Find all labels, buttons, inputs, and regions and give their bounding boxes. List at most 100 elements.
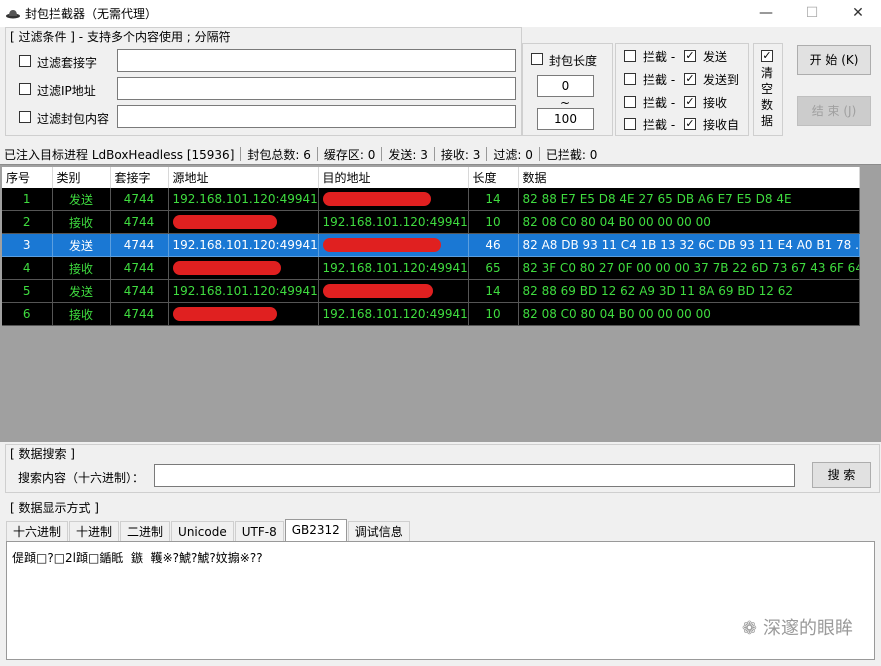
tab-gb2312[interactable]: GB2312 xyxy=(284,519,347,542)
packet-list-area[interactable]: 序号 类别 套接字 源地址 目的地址 长度 数据 1 发送 4744 192.1… xyxy=(0,164,881,442)
table-row[interactable]: 4 接收 4744 192.168.101.120:49941 65 82 3F… xyxy=(2,256,860,280)
length-filter-checkbox[interactable] xyxy=(531,53,543,65)
column-header-data[interactable]: 数据 xyxy=(518,167,860,188)
tab-debug[interactable]: 调试信息 xyxy=(347,521,410,542)
cell-dst: 192.168.101.120:49941 xyxy=(318,302,469,326)
table-row[interactable]: 1 发送 4744 192.168.101.120:49941 14 82 88… xyxy=(2,188,860,211)
intercept-recvfrom-label: 拦截 - xyxy=(643,118,676,132)
cell-no: 3 xyxy=(2,233,53,257)
cell-dst xyxy=(318,279,469,303)
intercept-recv-label: 拦截 - xyxy=(643,96,676,110)
socket-filter-input[interactable] xyxy=(117,49,516,72)
monitor-recv-checkbox[interactable] xyxy=(684,96,696,108)
monitor-recvfrom-checkbox[interactable] xyxy=(684,118,696,130)
column-header-socket[interactable]: 套接字 xyxy=(110,167,169,188)
length-filter-label: 封包长度 xyxy=(549,54,598,68)
cell-src: 192.168.101.120:49941 xyxy=(168,233,319,257)
tab-decimal[interactable]: 十进制 xyxy=(69,521,120,542)
status-filter: 过滤: 0 xyxy=(493,147,533,162)
cell-src xyxy=(168,210,319,234)
socket-filter-checkbox[interactable] xyxy=(19,55,31,67)
intercept-send-label: 拦截 - xyxy=(643,50,676,64)
cell-no: 6 xyxy=(2,302,53,326)
search-button[interactable]: 搜 索 xyxy=(812,462,871,488)
clear-data-checkbox[interactable] xyxy=(761,50,773,62)
cell-no: 1 xyxy=(2,188,53,211)
redaction-mark xyxy=(322,192,431,207)
title-bar: 封包拦截器（无需代理） — ☐ ✕ xyxy=(0,0,881,27)
status-process: 已注入目标进程 LdBoxHeadless [15936] xyxy=(4,147,235,162)
content-filter-checkbox[interactable] xyxy=(19,111,31,123)
tab-unicode[interactable]: Unicode xyxy=(171,521,234,542)
ip-filter-input[interactable] xyxy=(117,77,516,100)
monitor-recv-label: 接收 xyxy=(703,96,728,110)
intercept-recvfrom-checkbox[interactable] xyxy=(624,118,636,130)
data-output-box[interactable]: 偍蹞□?□2l蹞□鍎眡 鏃 韄※?鯱?鯱?妏搧※?? xyxy=(6,541,875,660)
column-header-dst[interactable]: 目的地址 xyxy=(318,167,469,188)
socket-filter-label: 过滤套接字 xyxy=(37,56,98,70)
length-max-input[interactable]: 100 xyxy=(537,108,594,130)
search-input[interactable] xyxy=(154,464,795,487)
watermark-text: 深邃的眼眸 xyxy=(763,618,853,639)
start-button[interactable]: 开 始 (K) xyxy=(797,45,871,75)
table-row[interactable]: 2 接收 4744 192.168.101.120:49941 10 82 08… xyxy=(2,210,860,234)
column-header-len[interactable]: 长度 xyxy=(468,167,519,188)
tab-binary[interactable]: 二进制 xyxy=(120,521,171,542)
monitor-sendto-checkbox[interactable] xyxy=(684,73,696,85)
cell-dst: 192.168.101.120:49941 xyxy=(318,256,469,280)
length-min-input[interactable]: 0 xyxy=(537,75,594,97)
table-row[interactable]: 5 发送 4744 192.168.101.120:49941 14 82 88… xyxy=(2,279,860,303)
status-blocked: 已拦截: 0 xyxy=(545,147,598,162)
cell-no: 4 xyxy=(2,256,53,280)
column-header-type[interactable]: 类别 xyxy=(52,167,111,188)
column-header-no[interactable]: 序号 xyxy=(2,167,53,188)
status-bar: 已注入目标进程 LdBoxHeadless [15936] 封包总数: 6 缓存… xyxy=(0,145,881,163)
cell-socket: 4744 xyxy=(110,302,169,326)
intercept-sendto-checkbox[interactable] xyxy=(624,73,636,85)
cell-data: 82 88 69 BD 12 62 A9 3D 11 8A 69 BD 12 6… xyxy=(518,279,860,303)
app-hat-icon xyxy=(6,10,20,19)
stop-button[interactable]: 结 束 (J) xyxy=(797,96,871,126)
cell-data: 82 A8 DB 93 11 C4 1B 13 32 6C DB 93 11 E… xyxy=(518,233,860,257)
monitor-send-label: 发送 xyxy=(703,50,728,64)
cell-len: 14 xyxy=(468,279,519,303)
table-row[interactable]: 6 接收 4744 192.168.101.120:49941 10 82 08… xyxy=(2,302,860,326)
content-filter-input[interactable] xyxy=(117,105,516,128)
minimize-button[interactable]: — xyxy=(743,0,789,27)
cell-dst xyxy=(318,233,469,257)
column-header-src[interactable]: 源地址 xyxy=(168,167,319,188)
display-group-title: [ 数据显示方式 ] xyxy=(10,501,99,515)
tab-utf8[interactable]: UTF-8 xyxy=(234,521,284,542)
intercept-send-checkbox[interactable] xyxy=(624,50,636,62)
cell-type: 接收 xyxy=(52,210,111,234)
redaction-mark xyxy=(322,238,441,253)
cell-socket: 4744 xyxy=(110,188,169,211)
cell-type: 接收 xyxy=(52,256,111,280)
cell-socket: 4744 xyxy=(110,233,169,257)
ip-filter-checkbox[interactable] xyxy=(19,83,31,95)
cell-socket: 4744 xyxy=(110,279,169,303)
maximize-button[interactable]: ☐ xyxy=(789,0,835,27)
window-title: 封包拦截器（无需代理） xyxy=(25,7,158,21)
clear-label-4: 据 xyxy=(761,114,774,128)
cell-dst xyxy=(318,188,469,211)
cell-data: 82 08 C0 80 04 B0 00 00 00 00 xyxy=(518,302,860,326)
clear-label-3: 数 xyxy=(761,98,774,112)
table-row-selected[interactable]: 3 发送 4744 192.168.101.120:49941 46 82 A8… xyxy=(2,233,860,257)
cell-socket: 4744 xyxy=(110,256,169,280)
intercept-recv-checkbox[interactable] xyxy=(624,96,636,108)
cell-len: 10 xyxy=(468,210,519,234)
ip-filter-label: 过滤IP地址 xyxy=(37,84,96,98)
monitor-sendto-label: 发送到 xyxy=(703,73,740,87)
close-button[interactable]: ✕ xyxy=(835,0,881,27)
status-send: 发送: 3 xyxy=(388,147,428,162)
cell-data: 82 88 E7 E5 D8 4E 27 65 DB A6 E7 E5 D8 4… xyxy=(518,188,860,211)
cell-len: 10 xyxy=(468,302,519,326)
monitor-send-checkbox[interactable] xyxy=(684,50,696,62)
clear-label-2: 空 xyxy=(761,82,774,96)
cell-type: 发送 xyxy=(52,188,111,211)
redaction-mark xyxy=(322,284,433,299)
cell-src: 192.168.101.120:49941 xyxy=(168,188,319,211)
wechat-icon: ❁ xyxy=(741,618,757,639)
tab-hex[interactable]: 十六进制 xyxy=(6,521,69,542)
